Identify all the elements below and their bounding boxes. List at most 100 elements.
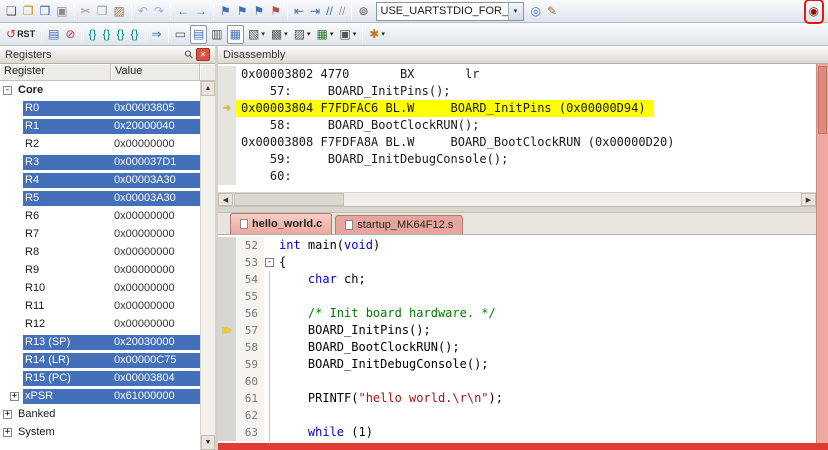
- fold-toggle-icon[interactable]: -: [264, 254, 276, 271]
- disassembly-gutter[interactable]: [218, 83, 236, 100]
- redo-icon[interactable]: ↷: [152, 2, 166, 21]
- disassembly-text[interactable]: 60:: [236, 168, 300, 185]
- dropdown-arrow-icon[interactable]: ▾: [261, 30, 265, 38]
- register-row-r2[interactable]: R20x00000000: [0, 135, 200, 153]
- register-row-r10[interactable]: R100x00000000: [0, 279, 200, 297]
- editor-hscrollbar[interactable]: [218, 443, 828, 450]
- register-row-r11[interactable]: R110x00000000: [0, 297, 200, 315]
- register-row-r14-lr[interactable]: R14 (LR)0x00000C75: [0, 351, 200, 369]
- code-text[interactable]: int main(void): [276, 237, 380, 254]
- register-row-system[interactable]: +System: [0, 423, 200, 441]
- register-row-r13-sp[interactable]: R13 (SP)0x20030000: [0, 333, 200, 351]
- disassembly-text[interactable]: 0x00003804 F7FDFAC6 BL.W BOARD_InitPins …: [236, 100, 654, 117]
- code-line-62[interactable]: 62: [218, 407, 828, 424]
- find-icon[interactable]: ◎: [529, 2, 543, 21]
- navigate-back-icon[interactable]: ←: [175, 2, 191, 21]
- undo-icon[interactable]: ↶: [136, 2, 150, 21]
- breakpoint-gutter[interactable]: [218, 356, 236, 373]
- dropdown-arrow-icon[interactable]: ▾: [353, 30, 357, 38]
- symbols-window-icon[interactable]: ▥: [209, 25, 224, 44]
- run-to-cursor-icon[interactable]: {}: [129, 25, 141, 44]
- register-row-r15-pc[interactable]: R15 (PC)0x00003804: [0, 369, 200, 387]
- register-row-r7[interactable]: R70x00000000: [0, 225, 200, 243]
- step-out-icon[interactable]: {}: [115, 25, 127, 44]
- column-header-register[interactable]: Register: [0, 64, 111, 80]
- code-text[interactable]: {: [276, 254, 286, 271]
- configure-icon[interactable]: ✎: [545, 2, 559, 21]
- step-into-icon[interactable]: {}: [86, 25, 98, 44]
- disassembly-text[interactable]: 58: BOARD_BootClockRUN();: [236, 117, 487, 134]
- disassembly-line[interactable]: 0x00003802 4770 BX lr: [218, 66, 828, 83]
- next-statement-icon[interactable]: ⇒: [150, 25, 164, 44]
- copy-icon[interactable]: ❐: [95, 2, 110, 21]
- tree-expander-icon[interactable]: +: [10, 392, 19, 401]
- disassembly-gutter[interactable]: [218, 66, 236, 83]
- breakpoint-gutter[interactable]: [218, 373, 236, 390]
- code-text[interactable]: [276, 373, 279, 390]
- code-line-56[interactable]: 56 /* Init board hardware. */: [218, 305, 828, 322]
- save-icon[interactable]: ❒: [38, 2, 53, 21]
- breakpoint-gutter[interactable]: ▶▶: [218, 322, 236, 339]
- disassembly-gutter[interactable]: [218, 117, 236, 134]
- scroll-up-icon[interactable]: ▲: [201, 81, 215, 96]
- registers-window-icon[interactable]: ▦: [227, 25, 244, 44]
- disassembly-text[interactable]: 0x00003802 4770 BX lr: [236, 66, 487, 83]
- code-text[interactable]: BOARD_BootClockRUN();: [276, 339, 460, 356]
- tree-expander-icon[interactable]: +: [3, 410, 12, 419]
- cut-icon[interactable]: ✂: [79, 2, 93, 21]
- scroll-left-icon[interactable]: ◀: [218, 193, 233, 206]
- code-line-54[interactable]: 54 char ch;: [218, 271, 828, 288]
- right-vscrollbar[interactable]: [816, 64, 828, 443]
- register-row-r8[interactable]: R80x00000000: [0, 243, 200, 261]
- disassembly-view[interactable]: 0x00003802 4770 BX lr 57: BOARD_InitPins…: [218, 64, 828, 192]
- step-over-icon[interactable]: {}: [100, 25, 112, 44]
- save-all-icon[interactable]: ▣: [54, 2, 69, 21]
- paste-icon[interactable]: ▨: [111, 2, 126, 21]
- breakpoint-gutter[interactable]: [218, 288, 236, 305]
- disassembly-line[interactable]: 57: BOARD_InitPins();: [218, 83, 828, 100]
- magnifier-icon[interactable]: ◉: [807, 2, 821, 21]
- code-line-60[interactable]: 60: [218, 373, 828, 390]
- run-icon[interactable]: ▤: [46, 25, 61, 44]
- find-in-files-icon[interactable]: ⊚: [356, 2, 370, 21]
- code-line-59[interactable]: 59 BOARD_InitDebugConsole();: [218, 356, 828, 373]
- register-row-core[interactable]: -Core: [0, 81, 200, 99]
- code-editor[interactable]: 52int main(void)53-{54 char ch;5556 /* I…: [218, 235, 828, 443]
- register-row-r5[interactable]: R50x00003A30: [0, 189, 200, 207]
- indent-icon[interactable]: ⇥: [308, 2, 322, 21]
- system-viewer-icon[interactable]: ▣▾: [337, 25, 358, 44]
- close-icon[interactable]: ✕: [196, 48, 210, 61]
- tab-startup-mk64f12-s[interactable]: startup_MK64F12.s: [335, 215, 463, 234]
- code-text[interactable]: BOARD_InitPins();: [276, 322, 431, 339]
- watch-window-icon[interactable]: ▧▾: [246, 25, 267, 44]
- bookmark-clear-icon[interactable]: ⚑: [268, 2, 283, 21]
- disassembly-gutter[interactable]: [218, 134, 236, 151]
- dropdown-arrow-icon[interactable]: ▾: [284, 30, 288, 38]
- code-text[interactable]: PRINTF("hello world.\r\n");: [276, 390, 503, 407]
- registers-vscrollbar[interactable]: ▲ ▼: [200, 81, 215, 450]
- horizontal-splitter[interactable]: [218, 206, 828, 213]
- tab-hello-world-c[interactable]: hello_world.c: [230, 213, 332, 234]
- bookmark-prev-icon[interactable]: ⚑: [235, 2, 250, 21]
- breakpoint-gutter[interactable]: [218, 424, 236, 441]
- code-line-53[interactable]: 53-{: [218, 254, 828, 271]
- code-text[interactable]: while (1): [276, 424, 373, 441]
- disassembly-text[interactable]: 57: BOARD_InitPins();: [236, 83, 459, 100]
- scroll-down-icon[interactable]: ▼: [201, 435, 215, 450]
- new-file-icon[interactable]: ❏: [4, 2, 19, 21]
- bookmark-next-icon[interactable]: ⚑: [251, 2, 266, 21]
- analysis-window-icon[interactable]: ▦▾: [315, 25, 336, 44]
- dropdown-arrow-icon[interactable]: ▾: [381, 30, 385, 38]
- code-line-55[interactable]: 55: [218, 288, 828, 305]
- dropdown-arrow-icon[interactable]: ▾: [330, 30, 334, 38]
- unindent-icon[interactable]: ⇤: [292, 2, 306, 21]
- toolbox-icon[interactable]: ✱▾: [367, 25, 387, 44]
- disassembly-gutter[interactable]: [218, 151, 236, 168]
- disassembly-line[interactable]: 59: BOARD_InitDebugConsole();: [218, 151, 828, 168]
- breakpoint-gutter[interactable]: [218, 407, 236, 424]
- register-row-r6[interactable]: R60x00000000: [0, 207, 200, 225]
- code-line-63[interactable]: 63 while (1): [218, 424, 828, 441]
- breakpoint-gutter[interactable]: [218, 271, 236, 288]
- bookmark-toggle-icon[interactable]: ⚑: [218, 2, 233, 21]
- reset-button[interactable]: ↺RST: [4, 25, 37, 44]
